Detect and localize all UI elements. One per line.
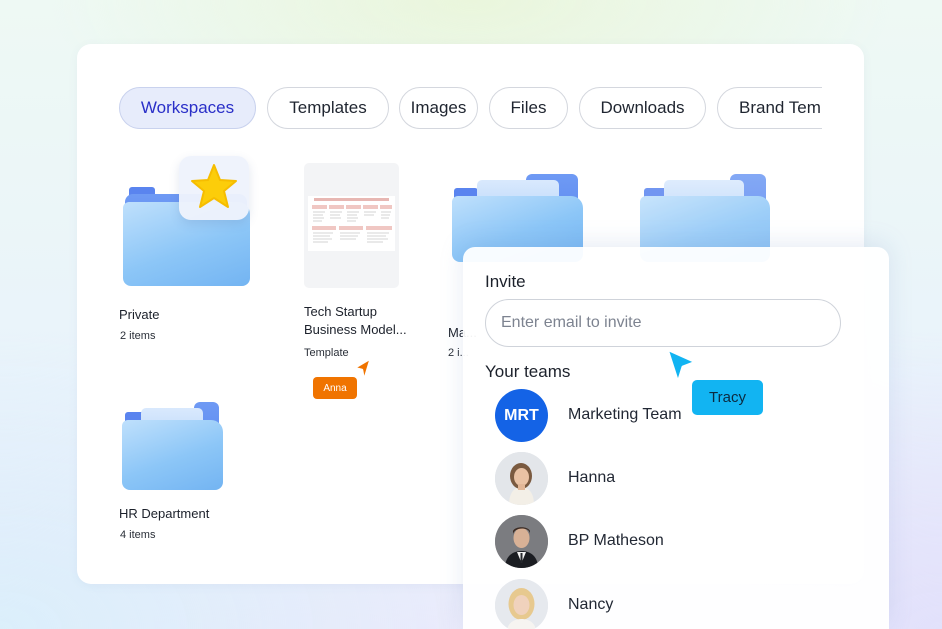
collaborator-badge-tracy: Tracy: [692, 380, 763, 415]
tab-label: Files: [510, 98, 547, 117]
document-preview: [308, 196, 395, 251]
star-card: [179, 156, 249, 220]
person-photo-icon: [495, 452, 548, 505]
tab-label: Brand Templates: [739, 98, 822, 117]
tab-downloads[interactable]: Downloads: [579, 87, 706, 129]
item-subtitle: Template: [304, 347, 349, 359]
tab-label: Downloads: [600, 98, 685, 117]
avatar: [495, 579, 548, 629]
template-thumbnail[interactable]: [304, 163, 399, 288]
category-tabs: Workspaces Templates Images Files Downlo…: [119, 86, 822, 131]
member-name: Hanna: [568, 469, 616, 486]
avatar: [495, 452, 548, 505]
item-title: Tech Startup Business Model...: [304, 304, 407, 337]
item-title: Private: [119, 307, 160, 322]
avatar-initials: MRT: [504, 406, 539, 424]
tab-label: Workspaces: [140, 98, 235, 117]
avatar: [495, 515, 548, 568]
invite-title: Invite: [485, 272, 526, 291]
team-member-row[interactable]: Hanna: [495, 452, 855, 506]
tab-files[interactable]: Files: [489, 87, 568, 129]
teams-title: Your teams: [485, 362, 571, 381]
star-icon: [191, 164, 237, 208]
tab-label: Images: [410, 98, 467, 117]
member-name: Marketing Team: [568, 406, 682, 423]
folder-front: [122, 420, 223, 490]
item-subtitle: 2 items: [120, 330, 156, 342]
tab-brand-templates[interactable]: Brand Templates: [717, 87, 822, 129]
document-icon: [312, 198, 392, 243]
person-photo-icon: [495, 515, 548, 568]
tab-label: Templates: [289, 98, 367, 117]
team-member-row[interactable]: BP Matheson: [495, 515, 855, 569]
tab-images[interactable]: Images: [399, 87, 478, 129]
collaborator-badge-anna: Anna: [313, 377, 357, 399]
tab-templates[interactable]: Templates: [267, 87, 389, 129]
team-member-row[interactable]: MRT Marketing Team: [495, 389, 855, 443]
person-photo-icon: [495, 579, 548, 629]
team-member-row[interactable]: Nancy: [495, 579, 855, 629]
avatar: MRT: [495, 389, 548, 442]
member-name: Nancy: [568, 596, 614, 613]
item-subtitle: 4 items: [120, 529, 156, 541]
collaborator-name: Anna: [323, 382, 347, 394]
item-title: HR Department: [119, 506, 210, 521]
member-name: BP Matheson: [568, 532, 664, 549]
hr-department-folder[interactable]: [121, 400, 225, 492]
private-folder[interactable]: [122, 156, 252, 288]
tab-workspaces[interactable]: Workspaces: [119, 87, 256, 129]
collaborator-name: Tracy: [709, 389, 746, 406]
email-input[interactable]: [485, 299, 841, 347]
